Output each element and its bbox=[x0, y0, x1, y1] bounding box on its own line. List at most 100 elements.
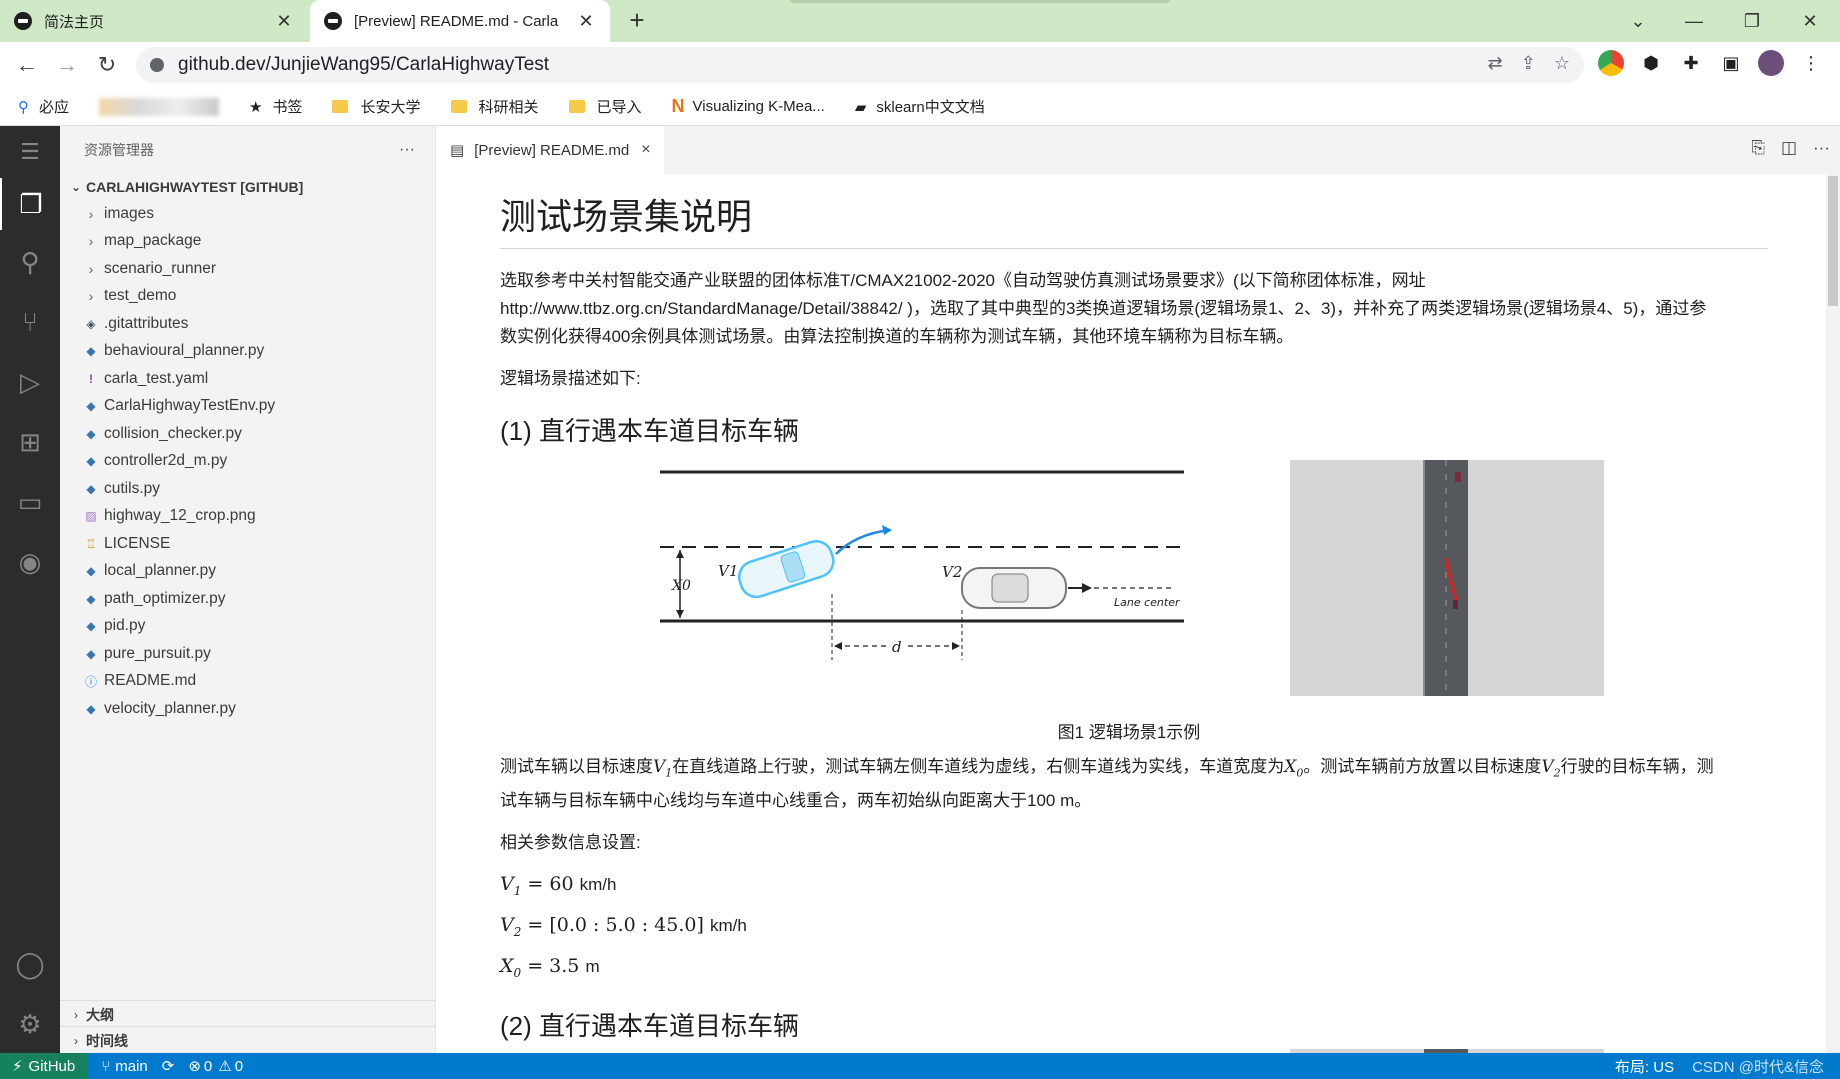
minimize-button[interactable]: — bbox=[1674, 6, 1714, 36]
address-bar[interactable]: github.dev/JunjieWang95/CarlaHighwayTest… bbox=[136, 47, 1584, 83]
x0-arrow-up bbox=[676, 550, 684, 558]
search-icon[interactable]: ⚲ bbox=[0, 236, 60, 288]
bookmark-sklearn[interactable]: ▰ sklearn中文文档 bbox=[855, 96, 985, 117]
tree-file[interactable]: ◆ collision_checker.py bbox=[60, 420, 435, 448]
forward-arrow-icon[interactable]: → bbox=[52, 50, 82, 80]
close-tab-icon[interactable]: ✕ bbox=[274, 11, 294, 32]
close-tab-icon[interactable]: ✕ bbox=[576, 11, 596, 32]
info-file-icon: ⓘ bbox=[84, 674, 97, 689]
sync-button[interactable]: ⟳ bbox=[162, 1057, 175, 1075]
tree-file[interactable]: ▨ highway_12_crop.png bbox=[60, 503, 435, 531]
star-icon: ★ bbox=[249, 98, 263, 116]
tree-folder[interactable]: › map_package bbox=[60, 228, 435, 256]
lock-icon[interactable] bbox=[150, 58, 164, 72]
file-tree: › images › map_package › scenario_runner › test… bbox=[60, 200, 435, 723]
more-actions-icon[interactable]: ··· bbox=[399, 141, 415, 159]
bookmark-biying[interactable]: ⚲ 必应 bbox=[18, 96, 69, 117]
problems-indicator[interactable]: ⊗ 0 ⚠ 0 bbox=[188, 1057, 243, 1076]
tab-search-chevron-icon[interactable]: ⌄ bbox=[1618, 6, 1658, 36]
bookmark-kmeans[interactable]: N Visualizing K-Mea... bbox=[672, 96, 825, 117]
profile-avatar[interactable] bbox=[1758, 50, 1784, 76]
back-arrow-icon[interactable]: ← bbox=[12, 50, 42, 80]
reload-icon[interactable]: ↻ bbox=[92, 50, 122, 80]
tree-item-label: pure_pursuit.py bbox=[104, 644, 211, 662]
tree-file[interactable]: ◆ velocity_planner.py bbox=[60, 695, 435, 723]
more-actions-icon[interactable]: ··· bbox=[1813, 138, 1830, 158]
extension-shield-icon[interactable]: ⬢ bbox=[1638, 50, 1664, 76]
tree-file[interactable]: ◆ CarlaHighwayTestEnv.py bbox=[60, 393, 435, 421]
tree-item-label: README.md bbox=[104, 672, 197, 690]
math-symbol: X bbox=[500, 954, 514, 977]
branch-indicator[interactable]: ⑂ main bbox=[101, 1058, 148, 1075]
side-panel-icon[interactable]: ▣ bbox=[1718, 50, 1744, 76]
settings-gear-icon[interactable]: ⚙ bbox=[0, 998, 60, 1050]
scenario-desc-heading: 逻辑场景描述如下: bbox=[500, 369, 641, 388]
tree-folder[interactable]: › images bbox=[60, 200, 435, 228]
tree-file[interactable]: ♖ LICENSE bbox=[60, 530, 435, 558]
open-source-icon[interactable]: ⎘ bbox=[1751, 138, 1765, 158]
browser-tab-jianfa[interactable]: 简法主页 ✕ bbox=[0, 0, 308, 42]
new-tab-button[interactable]: + bbox=[622, 6, 652, 36]
extensions-icon[interactable]: ⊞ bbox=[0, 416, 60, 468]
tab-readme-preview[interactable]: ▤ [Preview] README.md × bbox=[436, 126, 664, 174]
outline-section[interactable]: › 大纲 bbox=[60, 1000, 436, 1028]
menu-icon[interactable]: ☰ bbox=[0, 126, 60, 178]
close-icon[interactable]: × bbox=[641, 141, 650, 159]
tree-file[interactable]: ◆ pid.py bbox=[60, 613, 435, 641]
git-branch-icon: ⑂ bbox=[101, 1057, 111, 1075]
bookmark-star-icon[interactable]: ☆ bbox=[1554, 53, 1570, 74]
search-icon: ⚲ bbox=[18, 98, 29, 116]
tree-file[interactable]: ⓘ README.md bbox=[60, 668, 435, 696]
d-arrow-right bbox=[952, 642, 960, 650]
bookmark-keyan[interactable]: 科研相关 bbox=[450, 96, 539, 117]
folder-icon bbox=[450, 100, 467, 113]
scrollbar-thumb[interactable] bbox=[1828, 176, 1838, 306]
close-window-button[interactable]: ✕ bbox=[1790, 6, 1830, 36]
share-icon[interactable]: ⇪ bbox=[1521, 53, 1536, 74]
bookmark-yidaoru[interactable]: 已导入 bbox=[568, 96, 642, 117]
source-control-icon[interactable]: ⑂ bbox=[0, 296, 60, 348]
chrome-menu-icon[interactable]: ⋮ bbox=[1798, 50, 1824, 76]
extensions-puzzle-icon[interactable]: ✚ bbox=[1678, 50, 1704, 76]
translate-icon[interactable]: ⇄ bbox=[1488, 53, 1503, 74]
split-editor-icon[interactable]: ◫ bbox=[1781, 138, 1797, 158]
keyboard-layout[interactable]: 布局: US bbox=[1615, 1056, 1674, 1077]
tree-file[interactable]: ◆ pure_pursuit.py bbox=[60, 640, 435, 668]
restore-button[interactable]: ❐ bbox=[1732, 6, 1772, 36]
tree-folder[interactable]: › test_demo bbox=[60, 283, 435, 311]
tree-file[interactable]: ◆ cutils.py bbox=[60, 475, 435, 503]
workspace-root[interactable]: ⌄ CARLAHIGHWAYTEST [GITHUB] bbox=[60, 174, 435, 200]
bookmark-changan[interactable]: 长安大学 bbox=[332, 96, 421, 117]
remote-explorer-icon[interactable]: ▭ bbox=[0, 476, 60, 528]
equation-rhs: = 60 bbox=[521, 873, 580, 896]
tree-file[interactable]: ◈ .gitattributes bbox=[60, 310, 435, 338]
explorer-title: 资源管理器 bbox=[84, 142, 154, 158]
status-bar: ⚡ GitHub ⑂ main ⟳ ⊗ 0 ⚠ 0 布局: US CSDN @时… bbox=[0, 1053, 1840, 1079]
tree-file[interactable]: ◆ controller2d_m.py bbox=[60, 448, 435, 476]
remote-indicator[interactable]: ⚡ GitHub bbox=[0, 1053, 88, 1079]
explorer-icon[interactable]: ❐ bbox=[0, 178, 60, 230]
timeline-section[interactable]: › 时间线 bbox=[60, 1026, 436, 1054]
run-debug-icon[interactable]: ▷ bbox=[0, 356, 60, 408]
equation-rhs: = [0.0 : 5.0 : 45.0] bbox=[521, 914, 710, 937]
tree-file[interactable]: ! carla_test.yaml bbox=[60, 365, 435, 393]
python-file-icon: ◆ bbox=[86, 399, 96, 414]
browser-tab-readme[interactable]: [Preview] README.md - Carla ✕ bbox=[310, 0, 610, 42]
url-text[interactable]: github.dev/JunjieWang95/CarlaHighwayTest bbox=[178, 54, 549, 76]
accounts-icon[interactable]: ◯ bbox=[0, 938, 60, 990]
tree-file[interactable]: ◆ local_planner.py bbox=[60, 558, 435, 586]
github-icon[interactable]: ◉ bbox=[0, 536, 60, 588]
extension-chrome-icon[interactable] bbox=[1598, 50, 1624, 76]
python-file-icon: ◆ bbox=[86, 701, 96, 716]
bookmark-blurred[interactable] bbox=[99, 97, 220, 116]
python-file-icon: ◆ bbox=[86, 646, 96, 661]
bookmark-shuqian[interactable]: ★ 书签 bbox=[249, 96, 302, 117]
preview-scrollbar[interactable] bbox=[1826, 174, 1840, 1053]
tree-folder[interactable]: › scenario_runner bbox=[60, 255, 435, 283]
tree-file[interactable]: ◆ path_optimizer.py bbox=[60, 585, 435, 613]
scenario-body: 测试车辆以目标速度V1在直线道路上行驶，测试车辆左侧车道线为虚线，右侧车道线为实… bbox=[500, 753, 1768, 815]
chevron-right-icon: › bbox=[88, 205, 94, 222]
branch-label: main bbox=[115, 1057, 148, 1075]
tree-file[interactable]: ◆ behavioural_planner.py bbox=[60, 338, 435, 366]
license-file-icon: ♖ bbox=[85, 536, 97, 551]
